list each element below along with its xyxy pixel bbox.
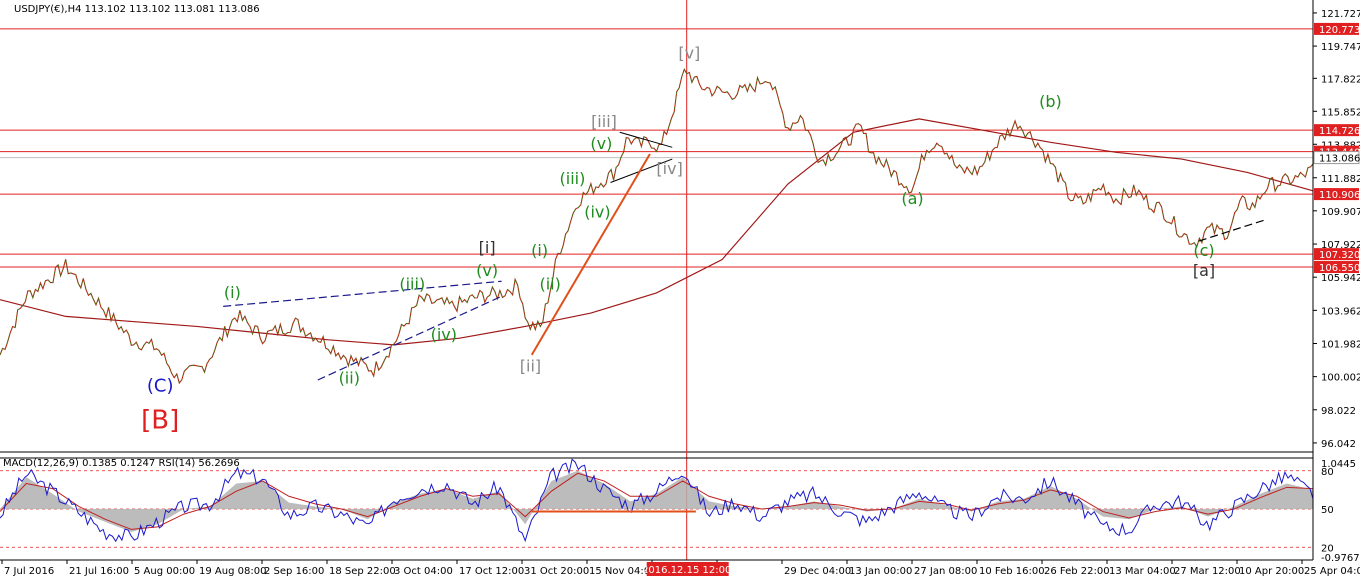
time-tick-label: 25 Apr 04:00 xyxy=(1304,566,1360,577)
time-tick-label: 7 Jul 2016 xyxy=(4,566,54,577)
wave-label: (C) xyxy=(147,376,174,397)
wave-label: [B] xyxy=(141,406,179,436)
wave-label: (ii) xyxy=(539,275,560,294)
time-tick-label: 5 Aug 00:00 xyxy=(134,566,195,577)
price-tick-label: 100.002 xyxy=(1321,373,1360,384)
price-tick-label: 109.907 xyxy=(1321,207,1360,218)
time-tick-label: 2 Sep 16:00 xyxy=(264,566,324,577)
time-tick-label: 18 Sep 22:00 xyxy=(329,566,396,577)
time-tick-label: 27 Jan 08:00 xyxy=(914,566,977,577)
wave-label: (iv) xyxy=(431,325,457,344)
time-tick-label: 31 Oct 20:00 xyxy=(524,566,589,577)
current-price-label: 113.086 xyxy=(1319,154,1360,165)
price-tick-label: 98.022 xyxy=(1321,406,1356,417)
wave-label: (ii) xyxy=(339,368,360,387)
wave-label: [i] xyxy=(479,238,496,257)
indicator-tick-label: -0.9767 xyxy=(1321,553,1360,564)
wave-label: [iv] xyxy=(656,159,682,178)
price-tick-label: 121.727 xyxy=(1321,9,1360,20)
price-tick-label: 96.042 xyxy=(1321,439,1356,450)
level-price-label: 106.550 xyxy=(1319,263,1360,274)
wave-label: [ii] xyxy=(520,357,541,376)
wave-label: (a) xyxy=(901,189,923,208)
wave-label: [v] xyxy=(678,44,700,63)
price-tick-label: 117.822 xyxy=(1321,74,1360,85)
time-tick-label: 10 Feb 16:00 xyxy=(979,566,1045,577)
level-price-label: 114.726 xyxy=(1319,126,1360,137)
wave-label: [a] xyxy=(1193,261,1215,280)
time-tick-label: 19 Aug 08:00 xyxy=(199,566,266,577)
instrument-header: USDJPY(€),H4 113.102 113.102 113.081 113… xyxy=(14,4,260,15)
wave-label: (iii) xyxy=(560,169,586,188)
level-price-label: 120.773 xyxy=(1319,25,1360,36)
time-tick-label: 3 Oct 04:00 xyxy=(394,566,453,577)
time-tick-label: 10 Apr 20:00 xyxy=(1239,566,1304,577)
crosshair-time-label: 2016.12.15 12:00 xyxy=(642,565,731,576)
price-tick-label: 101.982 xyxy=(1321,339,1360,350)
time-tick-label: 29 Dec 04:00 xyxy=(784,566,851,577)
time-tick-label: 13 Jan 00:00 xyxy=(849,566,912,577)
wave-label: (i) xyxy=(531,241,548,260)
price-tick-label: 119.747 xyxy=(1321,42,1360,53)
wave-label: (b) xyxy=(1039,92,1062,111)
time-tick-label: 26 Feb 22:00 xyxy=(1044,566,1110,577)
price-tick-label: 115.852 xyxy=(1321,107,1360,118)
level-price-label: 107.320 xyxy=(1319,250,1360,261)
level-price-label: 110.906 xyxy=(1319,190,1360,201)
wave-label: (v) xyxy=(590,134,612,153)
wave-label: (v) xyxy=(476,261,498,280)
wave-label: (i) xyxy=(224,283,241,302)
chart[interactable]: (C) [B] (i) (ii) (iii) (iv) (v) [i] [ii] (i) (ii) (… xyxy=(0,0,1360,582)
wave-label: [iii] xyxy=(591,112,617,131)
time-tick-label: 13 Mar 04:00 xyxy=(1109,566,1176,577)
price-tick-label: 111.882 xyxy=(1321,174,1360,185)
time-tick-label: 21 Jul 16:00 xyxy=(69,566,129,577)
wave-label: (iii) xyxy=(399,275,425,294)
indicator-header: MACD(12,26,9) 0.1385 0.1247 RSI(14) 56.2… xyxy=(3,458,240,469)
time-tick-label: 27 Mar 12:00 xyxy=(1174,566,1241,577)
indicator-tick-label: 80 xyxy=(1321,467,1334,478)
wave-label: (iv) xyxy=(584,203,610,222)
wave-label: (c) xyxy=(1193,241,1214,260)
indicator-tick-label: 50 xyxy=(1321,505,1334,516)
price-tick-label: 105.942 xyxy=(1321,273,1360,284)
time-tick-label: 17 Oct 12:00 xyxy=(459,566,524,577)
price-tick-label: 103.962 xyxy=(1321,306,1360,317)
